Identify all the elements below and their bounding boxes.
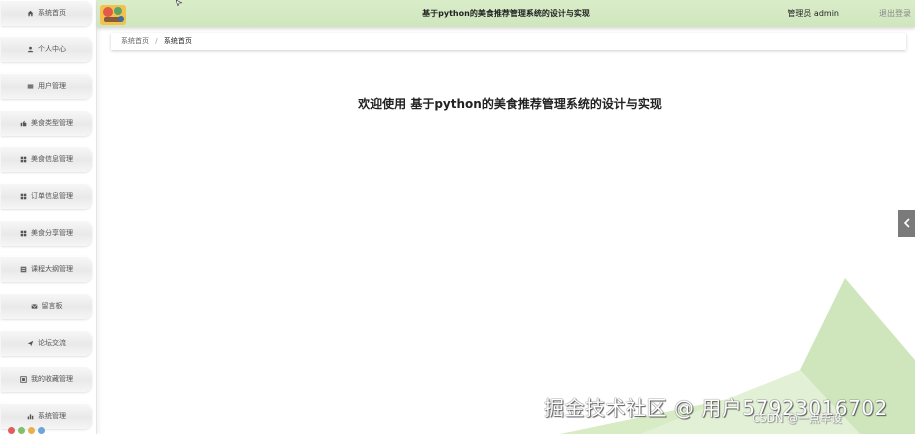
breadcrumb-separator: /: [155, 37, 158, 45]
sidebar-item-course-outline[interactable]: 课程大纲管理: [1, 256, 92, 282]
home-icon: [27, 10, 34, 17]
sidebar-item-label: 美食分享管理: [31, 229, 73, 237]
breadcrumb-current: 系统首页: [163, 37, 192, 45]
thumbs-up-icon: [20, 120, 27, 127]
grid-icon: [20, 156, 27, 163]
sidebar-item-food-info[interactable]: 美食信息管理: [1, 146, 92, 172]
chevron-left-icon: [903, 217, 911, 231]
sidebar-item-favorites[interactable]: 我的收藏管理: [1, 366, 92, 392]
sidebar-item-food-types[interactable]: 美食类型管理: [1, 110, 92, 136]
sidebar-item-label: 我的收藏管理: [31, 375, 73, 383]
breadcrumb: 系统首页 / 系统首页: [111, 33, 906, 50]
sidebar-item-label: 美食信息管理: [31, 155, 73, 163]
current-user-label: 管理员 admin: [787, 9, 839, 18]
chart-icon: [27, 413, 34, 420]
grid-icon: [20, 193, 27, 200]
send-icon: [27, 340, 34, 347]
decorative-dots: [8, 427, 88, 434]
collapse-panel-button[interactable]: [898, 210, 915, 237]
sidebar-item-forum[interactable]: 论坛交流: [1, 330, 92, 356]
watermark-subtext: CSDN @一点毕设: [752, 412, 842, 425]
sidebar-item-label: 课程大纲管理: [31, 265, 73, 273]
users-icon: [27, 83, 34, 90]
sidebar-item-system[interactable]: 系统管理: [1, 403, 92, 429]
sidebar-item-label: 用户管理: [38, 82, 66, 90]
user-icon: [27, 46, 34, 53]
sidebar-item-label: 论坛交流: [38, 339, 66, 347]
breadcrumb-home-link[interactable]: 系统首页: [121, 37, 149, 45]
sidebar-item-label: 美食类型管理: [31, 119, 73, 127]
sidebar-item-label: 个人中心: [38, 45, 66, 53]
list-icon: [20, 266, 27, 273]
sidebar-item-food-share[interactable]: 美食分享管理: [1, 220, 92, 246]
logout-link[interactable]: 退出登录: [879, 0, 911, 27]
background-decoration: [560, 278, 915, 434]
sidebar-item-orders[interactable]: 订单信息管理: [1, 183, 92, 209]
collection-icon: [20, 375, 27, 383]
sidebar-item-label: 系统首页: [38, 9, 66, 17]
sidebar-item-message-board[interactable]: 留言板: [1, 293, 92, 319]
top-header: 基于python的美食推荐管理系统的设计与实现 管理员 admin 退出登录: [97, 0, 915, 27]
grid-icon: [20, 230, 27, 237]
sidebar-menu: 系统首页 个人中心 用户管理 美食类型管理 美食信息管理 订单信息管理 美食分享…: [0, 0, 97, 434]
message-icon: [30, 303, 38, 310]
sidebar-item-profile[interactable]: 个人中心: [1, 36, 92, 62]
sidebar-item-home[interactable]: 系统首页: [1, 0, 92, 26]
sidebar-item-label: 留言板: [41, 302, 63, 310]
welcome-message: 欢迎使用 基于python的美食推荐管理系统的设计与实现: [358, 97, 662, 111]
mouse-cursor-icon: [176, 0, 183, 6]
sidebar-item-label: 系统管理: [38, 412, 66, 420]
sidebar-item-label: 订单信息管理: [31, 192, 73, 200]
sidebar-item-users[interactable]: 用户管理: [1, 73, 92, 99]
